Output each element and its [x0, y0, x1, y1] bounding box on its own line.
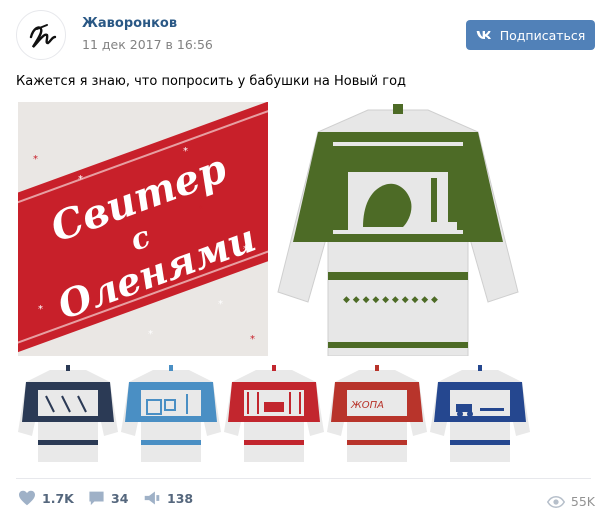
share-count: 138 — [167, 490, 194, 506]
svg-text:*: * — [33, 154, 38, 165]
sweater-thumb-4[interactable]: ЖОПА — [327, 362, 427, 465]
sweater-thumb-2[interactable] — [121, 362, 221, 465]
sweater-thumb-3[interactable] — [224, 362, 324, 465]
heart-icon — [19, 490, 35, 506]
svg-text:*: * — [148, 329, 153, 340]
share-icon — [144, 491, 160, 505]
views-count: 55K — [570, 494, 595, 509]
post-text: Кажется я знаю, что попросить у бабушки … — [16, 74, 407, 89]
subscribe-label: Подписаться — [499, 27, 586, 43]
svg-text:*: * — [243, 244, 248, 255]
svg-text:*: * — [198, 204, 203, 215]
banner-image[interactable]: Свитер с Оленями * * * * * * * * * — [18, 102, 268, 356]
svg-text:*: * — [183, 146, 188, 157]
vk-logo-icon — [476, 31, 491, 39]
green-sweater-image[interactable]: ◆ ◆ ◆ ◆ ◆ ◆ ◆ ◆ ◆ ◆ — [273, 102, 523, 356]
views-counter: 55K — [546, 494, 595, 509]
post-date[interactable]: 11 дек 2017 в 16:56 — [82, 37, 213, 52]
like-count: 1.7K — [42, 490, 74, 506]
svg-text:*: * — [250, 334, 255, 345]
eye-icon — [546, 495, 565, 508]
comment-button[interactable]: 34 — [88, 490, 128, 506]
author-name[interactable]: Жаворонков — [82, 16, 177, 31]
sweater-thumb-1[interactable] — [18, 362, 118, 465]
author-avatar[interactable] — [16, 10, 66, 60]
wall-post: Жаворонков 11 дек 2017 в 16:56 Подписать… — [0, 0, 607, 522]
footer-divider — [16, 478, 591, 479]
thumb4-caption: ЖОПА — [350, 400, 384, 411]
subscribe-button[interactable]: Подписаться — [466, 20, 595, 50]
post-actions: 1.7K 34 138 55K — [0, 486, 607, 516]
comment-icon — [89, 491, 104, 506]
like-button[interactable]: 1.7K — [18, 490, 74, 506]
svg-text:*: * — [218, 299, 223, 310]
share-button[interactable]: 138 — [143, 490, 193, 506]
svg-text:*: * — [38, 304, 43, 315]
sweater-thumb-5[interactable] — [430, 362, 530, 465]
svg-text:◆ ◆ ◆ ◆ ◆ ◆ ◆ ◆ ◆ ◆: ◆ ◆ ◆ ◆ ◆ ◆ ◆ ◆ ◆ ◆ — [343, 295, 438, 305]
comment-count: 34 — [111, 490, 129, 506]
svg-text:*: * — [78, 174, 83, 185]
